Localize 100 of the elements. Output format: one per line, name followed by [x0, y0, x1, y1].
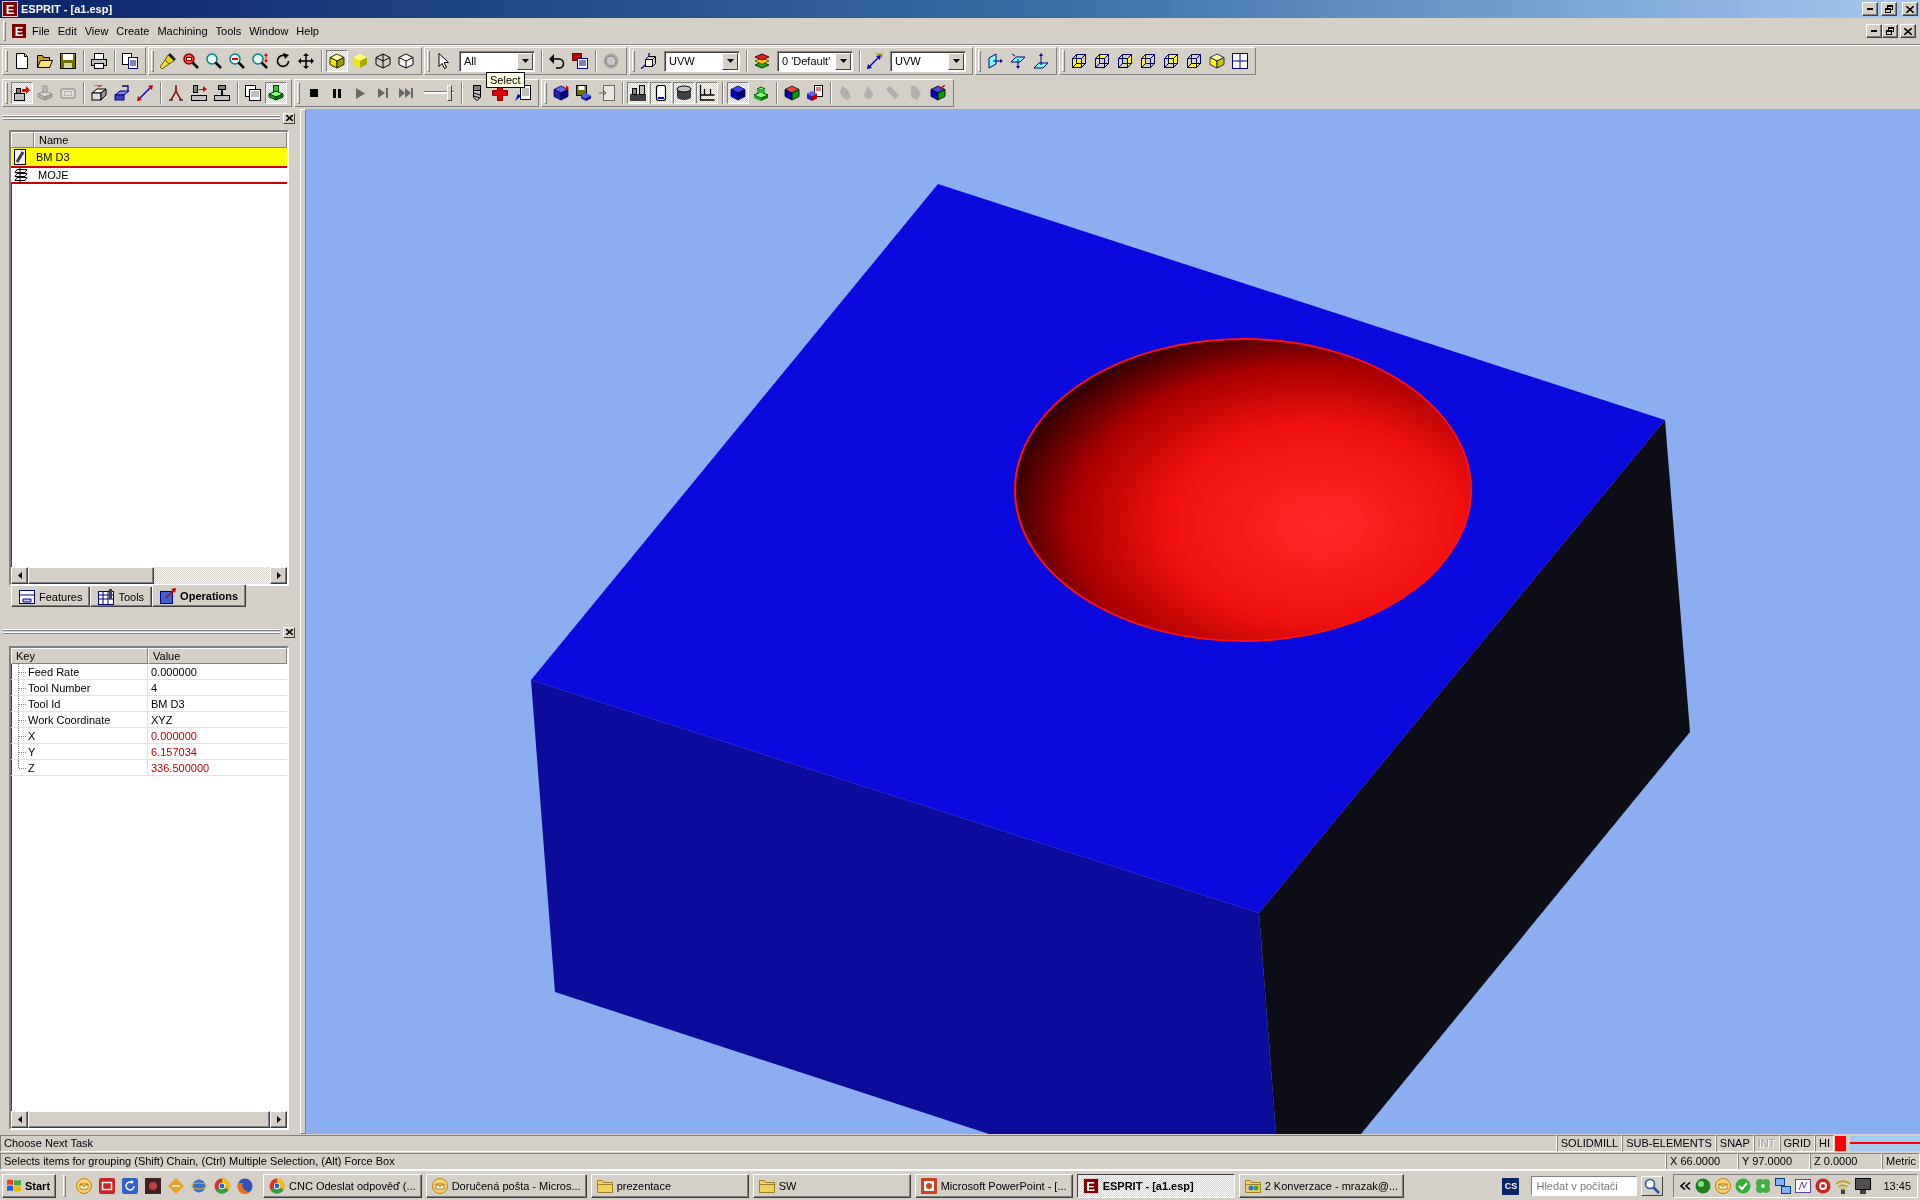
mode-indicator[interactable]: SOLIDMILL: [1556, 1134, 1623, 1152]
restore-button[interactable]: [1882, 24, 1898, 38]
toolbar-button[interactable]: [804, 82, 826, 104]
mode-indicator[interactable]: SUB-ELEMENTS: [1622, 1134, 1716, 1152]
dropdown[interactable]: All: [459, 50, 535, 72]
toolbar-handle[interactable]: [297, 82, 300, 104]
panel-splitter[interactable]: [300, 109, 306, 1134]
check-badge-icon[interactable]: [1735, 1178, 1752, 1194]
close-button[interactable]: [1900, 24, 1916, 38]
toolbar-button[interactable]: [696, 82, 718, 104]
search-field[interactable]: Hledat v počítači: [1531, 1176, 1638, 1196]
dropdown[interactable]: UVW: [890, 50, 966, 72]
list-item[interactable]: BM D3: [11, 148, 287, 166]
tab[interactable]: Tools: [90, 587, 153, 607]
minimize-button[interactable]: [1862, 2, 1878, 16]
close-button[interactable]: [283, 112, 295, 124]
slider-thumb[interactable]: [446, 85, 452, 101]
refresh-tile-icon[interactable]: [122, 1178, 139, 1194]
panel-handle[interactable]: [3, 115, 280, 121]
mode-indicator[interactable]: HI: [1815, 1134, 1834, 1152]
graphics-viewport[interactable]: [306, 109, 1920, 1134]
menu-item[interactable]: View: [80, 23, 113, 39]
menu-item[interactable]: File: [28, 23, 54, 39]
taskbar-button[interactable]: E ESPRIT - [a1.esp]: [1076, 1174, 1235, 1198]
swirl-globe-icon[interactable]: [237, 1178, 254, 1194]
toolbar-button[interactable]: [673, 82, 695, 104]
toolbar-button[interactable]: [265, 82, 287, 104]
frame-tile-icon[interactable]: [99, 1178, 116, 1194]
toolbar-handle[interactable]: [978, 50, 981, 72]
envelope-circle-icon[interactable]: [1715, 1178, 1732, 1194]
language-indicator[interactable]: CS: [1502, 1177, 1520, 1195]
toolbar-button[interactable]: [57, 50, 79, 72]
menu-item[interactable]: Window: [245, 23, 293, 39]
start-button[interactable]: Start: [2, 1174, 57, 1198]
search-button[interactable]: [1641, 1176, 1664, 1196]
menu-bar-handle[interactable]: [3, 21, 6, 41]
color-swatch-icon[interactable]: [1835, 1135, 1846, 1151]
taskbar-button[interactable]: Microsoft PowerPoint - [...: [914, 1174, 1073, 1198]
zigzag-card-icon[interactable]: [1795, 1178, 1812, 1194]
taskbar-button[interactable]: prezentace: [590, 1174, 749, 1198]
column-header[interactable]: Value: [148, 648, 287, 664]
toolbar-button[interactable]: [864, 50, 886, 72]
dropdown[interactable]: UVW: [664, 50, 740, 72]
close-button[interactable]: [283, 626, 295, 638]
app-logo[interactable]: E: [11, 23, 27, 39]
panel-handle[interactable]: [3, 629, 280, 635]
wifi-icon[interactable]: [1835, 1178, 1852, 1194]
column-header[interactable]: Name: [34, 132, 287, 148]
tab[interactable]: Operations: [152, 585, 247, 607]
taskbar-button[interactable]: Doručená pošta - Micros...: [425, 1174, 587, 1198]
toolbar-handle[interactable]: [151, 50, 154, 72]
toolbar-handle[interactable]: [632, 50, 635, 72]
toolbar-button[interactable]: [88, 50, 110, 72]
scroll-right-button[interactable]: [270, 567, 287, 584]
toolbar-handle[interactable]: [5, 82, 8, 104]
menu-item[interactable]: Tools: [211, 23, 246, 39]
taskbar-button[interactable]: CNC Odeslat odpověď (...: [263, 1174, 422, 1198]
menu-item[interactable]: Edit: [53, 23, 81, 39]
close-button[interactable]: [1902, 2, 1918, 16]
toolbar-button[interactable]: [11, 82, 33, 104]
target-icon[interactable]: [1815, 1178, 1832, 1194]
envelope-circle-icon[interactable]: [76, 1178, 93, 1194]
horizontal-scrollbar[interactable]: [11, 567, 287, 584]
toolbar-button[interactable]: [211, 82, 233, 104]
scroll-left-button[interactable]: [11, 567, 28, 584]
toolbar-button[interactable]: [1229, 50, 1251, 72]
minimize-button[interactable]: [1866, 24, 1882, 38]
toolbar-button[interactable]: [650, 82, 672, 104]
toolbar-button[interactable]: [627, 82, 649, 104]
segmented-circle-icon[interactable]: [214, 1178, 231, 1194]
restore-button[interactable]: [1881, 2, 1897, 16]
mode-indicator[interactable]: GRID: [1779, 1134, 1815, 1152]
taskbar-button[interactable]: 2 Konverzace - mrazak@...: [1238, 1174, 1405, 1198]
show-hidden-icon[interactable]: [1680, 1182, 1692, 1190]
scroll-right-button[interactable]: [270, 1111, 287, 1128]
scroll-left-button[interactable]: [11, 1111, 28, 1128]
toolbar-handle[interactable]: [5, 50, 8, 72]
mode-indicator[interactable]: SNAP: [1715, 1134, 1754, 1152]
toolbar-button[interactable]: [88, 82, 110, 104]
toolbar-button[interactable]: [326, 50, 348, 72]
dropdown[interactable]: 0 'Default': [777, 50, 853, 72]
taskbar-button[interactable]: SW: [752, 1174, 911, 1198]
menu-item[interactable]: Create: [112, 23, 154, 39]
list-item[interactable]: MOJE: [11, 166, 287, 184]
column-header[interactable]: Key: [11, 648, 148, 664]
tab[interactable]: Features: [11, 587, 91, 607]
toolbar-handle[interactable]: [427, 50, 430, 72]
toolbar-handle[interactable]: [63, 1175, 67, 1197]
toolbar-button[interactable]: [727, 82, 749, 104]
toolbar-handle[interactable]: [544, 82, 547, 104]
menu-item[interactable]: Help: [292, 23, 323, 39]
toolbar-button[interactable]: [188, 82, 210, 104]
globe-ring-icon[interactable]: [191, 1178, 208, 1194]
toolbar-button[interactable]: [242, 82, 264, 104]
network-icon[interactable]: [1775, 1178, 1792, 1194]
line-style-icon[interactable]: [1850, 1135, 1920, 1151]
toolbar-button[interactable]: [157, 50, 179, 72]
scrollbar-thumb[interactable]: [28, 567, 154, 584]
dot-tile-icon[interactable]: [145, 1178, 162, 1194]
toolbar-handle[interactable]: [1062, 50, 1065, 72]
